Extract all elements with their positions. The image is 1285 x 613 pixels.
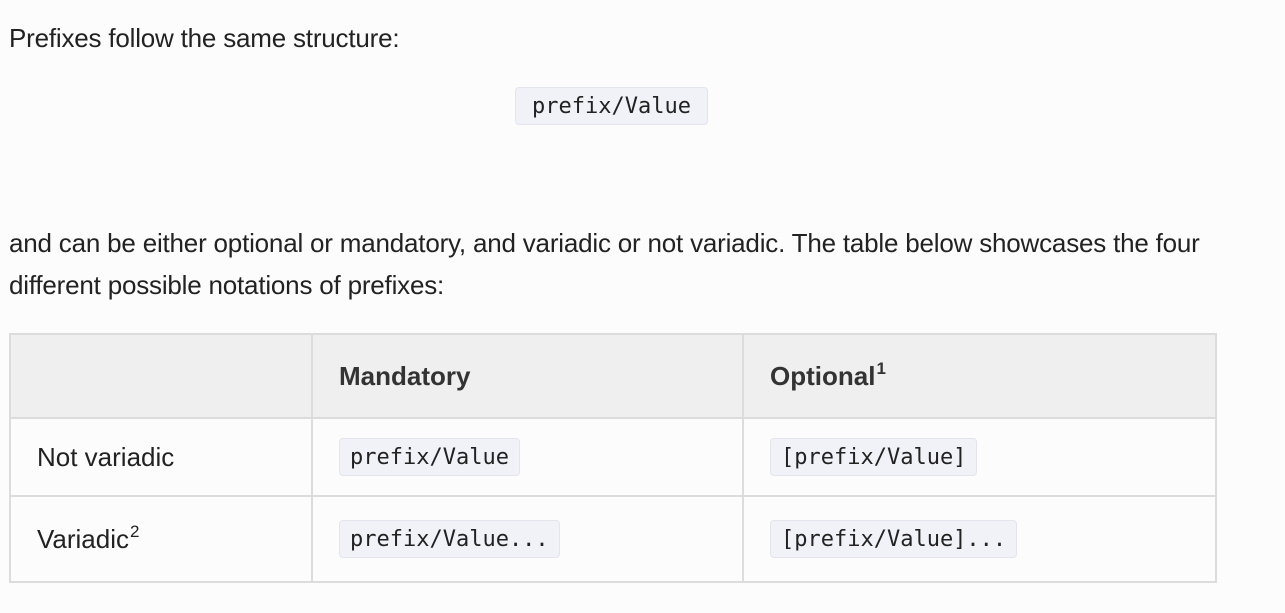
row-label: Variadic	[37, 523, 130, 554]
prefix-notation-table: Mandatory Optional1 Not variadic prefix/…	[9, 333, 1217, 583]
mandatory-code: prefix/Value...	[339, 520, 560, 558]
table-header-mandatory: Mandatory	[311, 333, 744, 419]
intro-paragraph: Prefixes follow the same structure:	[9, 23, 400, 53]
footnote-ref-1[interactable]: 1	[876, 359, 885, 378]
optional-code: [prefix/Value]	[770, 438, 978, 476]
footnote-ref-2[interactable]: 2	[130, 522, 139, 541]
mandatory-cell: prefix/Value...	[311, 495, 744, 583]
structure-code: prefix/Value	[515, 87, 708, 125]
table-row: Variadic2 prefix/Value... [prefix/Value]…	[9, 495, 1217, 583]
description-paragraph: and can be either optional or mandatory,…	[9, 228, 1200, 300]
row-label: Not variadic	[37, 441, 175, 472]
header-optional-label: Optional	[770, 360, 876, 391]
header-mandatory-label: Mandatory	[339, 360, 471, 391]
mandatory-code: prefix/Value	[339, 438, 520, 476]
table-header-optional: Optional1	[742, 333, 1217, 419]
table-header-row: Mandatory Optional1	[9, 333, 1217, 419]
optional-cell: [prefix/Value]	[742, 417, 1217, 497]
row-label-cell: Not variadic	[9, 417, 313, 497]
optional-cell: [prefix/Value]...	[742, 495, 1217, 583]
table-row: Not variadic prefix/Value [prefix/Value]	[9, 417, 1217, 497]
table-header-corner	[9, 333, 313, 419]
optional-code: [prefix/Value]...	[770, 520, 1018, 558]
mandatory-cell: prefix/Value	[311, 417, 744, 497]
row-label-cell: Variadic2	[9, 495, 313, 583]
